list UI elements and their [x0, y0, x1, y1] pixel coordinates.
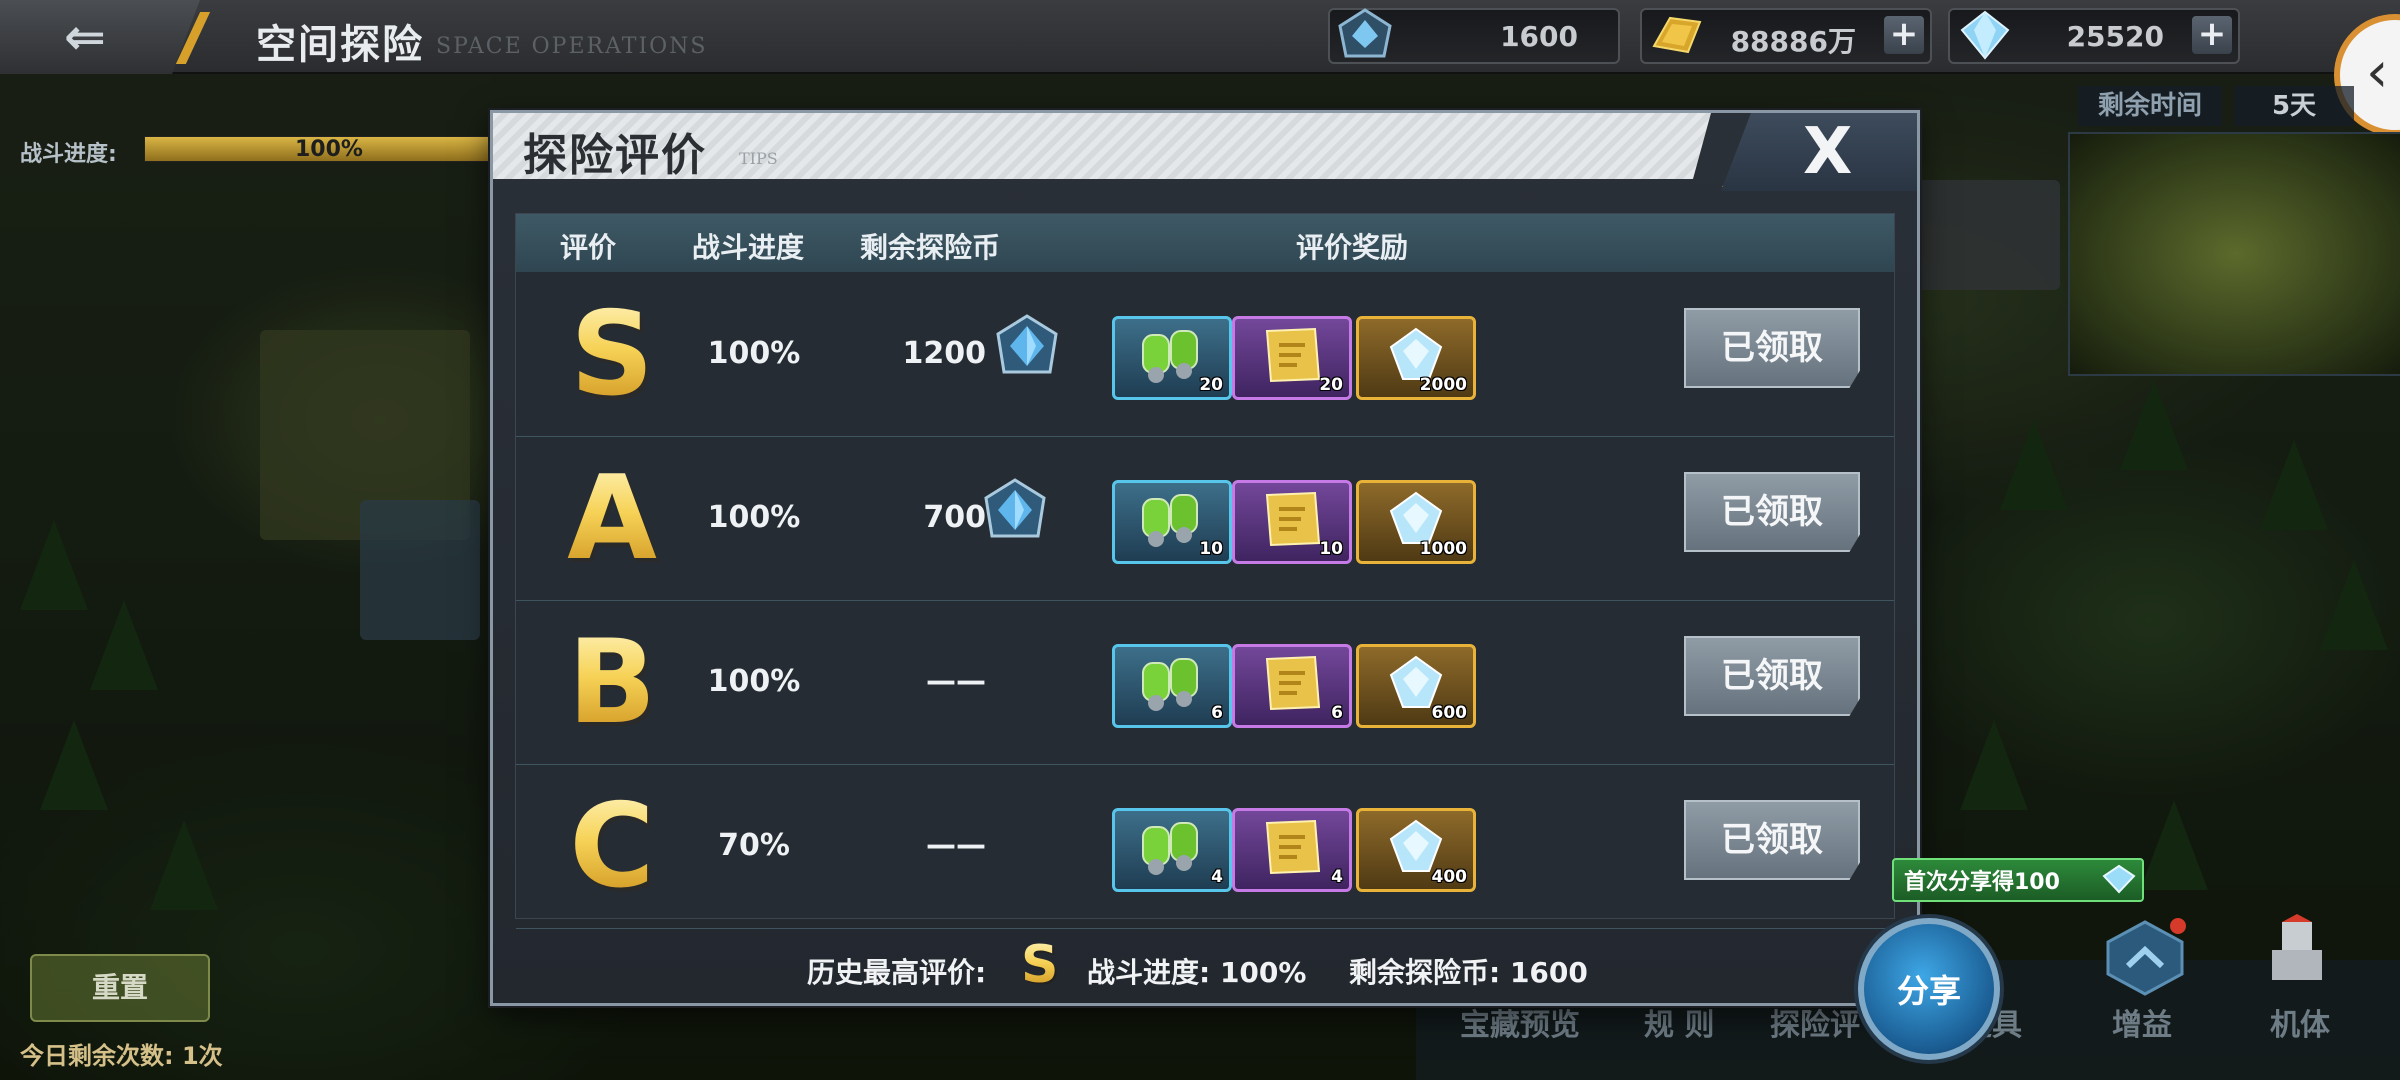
evaluation-dialog: 探险评价 TIPS X 评价 战斗进度 剩余探险币 评价奖励 S 100% 1200… — [490, 110, 1920, 1006]
reward-item[interactable]: 10 — [1112, 480, 1232, 564]
row-progress: 100% — [707, 500, 801, 535]
reward-count: 20 — [1199, 375, 1223, 395]
share-button-label: 分享 — [1896, 972, 1961, 1010]
row-coins: 700 — [923, 500, 986, 535]
best-grade-label: 历史最高评价: — [807, 956, 987, 989]
remaining-time-label: 剩余时间 — [2078, 86, 2222, 126]
resource-gold: 88886万 + — [1640, 8, 1932, 64]
summary-bar: 历史最高评价: S 战斗进度: 100% 剩余探险币: 1600 — [493, 935, 1917, 995]
summary-progress: 战斗进度: 100% — [1087, 956, 1307, 989]
menu-rules[interactable]: 规 则 — [1644, 1000, 1714, 1044]
reward-item[interactable]: 20 — [1112, 316, 1232, 400]
reward-count: 20 — [1319, 375, 1343, 395]
share-button[interactable]: 分享 — [1858, 918, 2000, 1060]
reward-item[interactable]: 2000 — [1356, 316, 1476, 400]
remaining-attempts: 今日剩余次数: 1次 — [20, 1042, 223, 1070]
add-gold-button[interactable]: + — [1884, 16, 1924, 54]
column-progress: 战斗进度 — [692, 231, 805, 264]
reward-count: 600 — [1431, 703, 1468, 723]
reward-count: 1000 — [1419, 539, 1467, 559]
grade-letter: B — [552, 618, 672, 748]
diamond-icon — [1960, 10, 2010, 60]
minimap[interactable] — [2068, 132, 2400, 376]
chevron-left-icon: ‹ — [2366, 40, 2389, 105]
page-title: 空间探险 — [256, 22, 424, 68]
menu-evaluation[interactable]: 探险评 — [1770, 1000, 1860, 1044]
claimed-button[interactable]: 已领取 — [1684, 472, 1860, 552]
resource-diamond: 25520 + — [1948, 8, 2240, 64]
row-coins: 1200 — [902, 336, 987, 371]
grade-letter: S — [552, 290, 672, 420]
reward-count: 6 — [1211, 703, 1223, 723]
table-row: B 100% —— 6 6 600 已领取 — [516, 600, 1894, 765]
resource-crystal-badge: 1600 — [1328, 8, 1620, 64]
reward-count: 6 — [1331, 703, 1343, 723]
reward-item[interactable]: 4 — [1232, 808, 1352, 892]
row-coins: —— — [926, 828, 986, 863]
battle-progress-text: 100% — [295, 137, 363, 162]
menu-boost[interactable]: 增益 — [2112, 1000, 2172, 1044]
column-grade: 评价 — [560, 231, 617, 264]
table-row: A 100% 700 10 10 1000 已领取 — [516, 436, 1894, 601]
share-tip-text: 首次分享得100 — [1904, 870, 2060, 895]
diamond-icon — [2102, 864, 2136, 894]
table-row: S 100% 1200 20 20 2000 已领取 — [516, 272, 1894, 437]
reward-item[interactable]: 6 — [1232, 644, 1352, 728]
close-icon: X — [1803, 115, 1853, 189]
dialog-header: 探险评价 TIPS — [493, 113, 1711, 179]
menu-mecha[interactable]: 机体 — [2270, 1000, 2330, 1044]
evaluation-table: 评价 战斗进度 剩余探险币 评价奖励 S 100% 1200 20 20 2000 已领取 A… — [515, 213, 1895, 929]
table-header: 评价 战斗进度 剩余探险币 评价奖励 — [516, 214, 1894, 272]
add-diamond-button[interactable]: + — [2192, 16, 2232, 54]
reward-item[interactable]: 600 — [1356, 644, 1476, 728]
reward-item[interactable]: 6 — [1112, 644, 1232, 728]
grade-letter: C — [552, 782, 672, 912]
boost-icon — [2106, 918, 2186, 996]
table-row: C 70% —— 4 4 400 已领取 — [516, 764, 1894, 929]
battle-progress-label: 战斗进度: — [20, 142, 117, 167]
share-reward-tip: 首次分享得100 — [1892, 858, 2144, 902]
reward-count: 4 — [1331, 867, 1343, 887]
claimed-button[interactable]: 已领取 — [1684, 308, 1860, 388]
claimed-button[interactable]: 已领取 — [1684, 636, 1860, 716]
reward-item[interactable]: 1000 — [1356, 480, 1476, 564]
reward-count: 2000 — [1419, 375, 1467, 395]
crystal-badge-icon — [1338, 8, 1392, 58]
gold-bar-icon — [1652, 16, 1702, 54]
exploration-coin-icon — [994, 314, 1060, 382]
reset-button[interactable]: 重置 — [30, 954, 210, 1022]
best-grade: S — [1021, 935, 1059, 995]
mecha-icon — [2272, 914, 2322, 980]
back-button[interactable]: ⇐ — [0, 0, 200, 74]
column-coins: 剩余探险币 — [860, 231, 1001, 264]
reward-count: 10 — [1319, 539, 1343, 559]
reward-item[interactable]: 20 — [1232, 316, 1352, 400]
close-button[interactable]: X — [1721, 113, 1917, 191]
reward-count: 10 — [1199, 539, 1223, 559]
reward-item[interactable]: 400 — [1356, 808, 1476, 892]
claimed-button[interactable]: 已领取 — [1684, 800, 1860, 880]
grade-letter: A — [552, 454, 672, 584]
exploration-coin-icon — [982, 478, 1048, 546]
row-progress: 70% — [718, 828, 790, 863]
reward-count: 400 — [1431, 867, 1468, 887]
reward-item[interactable]: 10 — [1232, 480, 1352, 564]
reward-item[interactable]: 4 — [1112, 808, 1232, 892]
row-coins: —— — [926, 664, 986, 699]
dialog-tips-label: TIPS — [739, 149, 778, 168]
row-progress: 100% — [707, 664, 801, 699]
reward-count: 4 — [1211, 867, 1223, 887]
summary-coins: 剩余探险币: 1600 — [1349, 956, 1588, 989]
remaining-time-value: 5天 — [2234, 86, 2354, 126]
row-progress: 100% — [707, 336, 801, 371]
battle-progress-bar: 100% — [144, 136, 496, 162]
page-subtitle: SPACE OPERATIONS — [436, 34, 708, 59]
column-rewards: 评价奖励 — [1296, 231, 1409, 264]
back-arrow-icon: ⇐ — [64, 8, 106, 66]
top-bar: ⇐ 空间探险 SPACE OPERATIONS 1600 88886万 + 25… — [0, 0, 2400, 74]
dialog-title: 探险评价 — [523, 130, 707, 181]
menu-treasure-preview[interactable]: 宝藏预览 — [1460, 1000, 1580, 1044]
